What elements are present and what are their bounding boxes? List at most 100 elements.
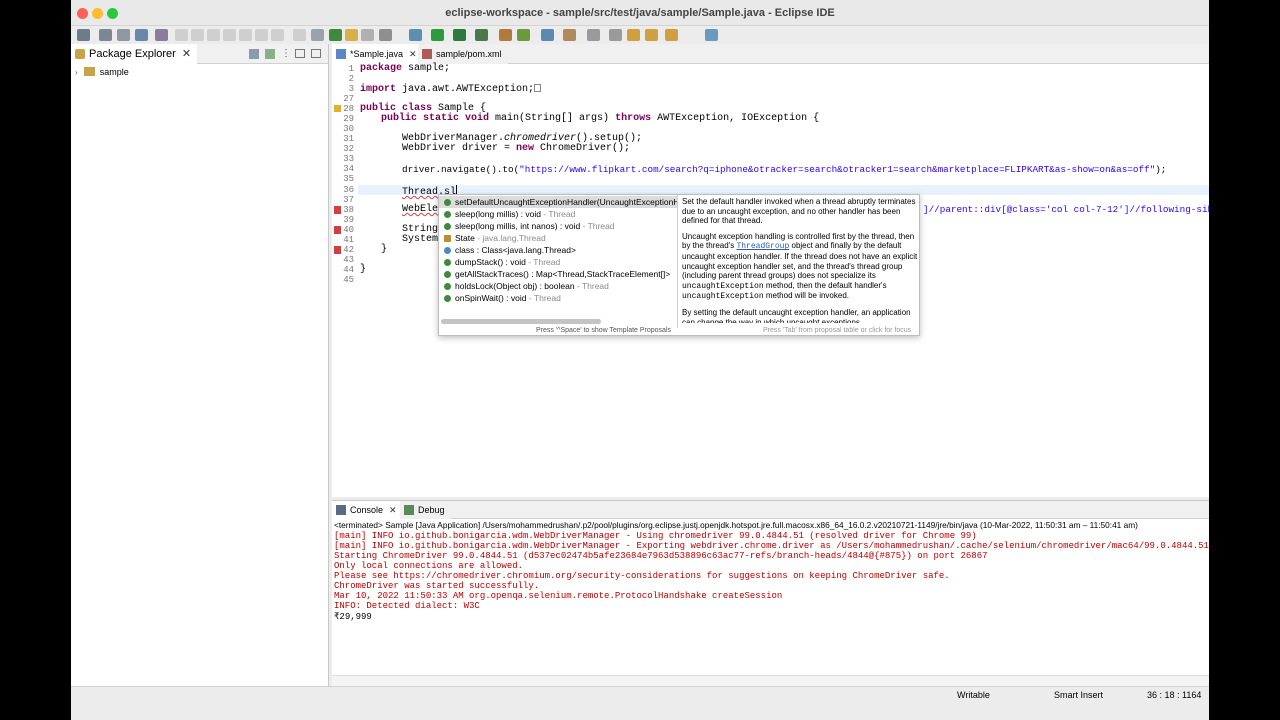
close-icon[interactable]: ✕ (182, 48, 191, 60)
error-icon[interactable] (334, 206, 341, 214)
tab-pom-xml[interactable]: sample/pom.xml (418, 44, 508, 64)
use-step-filters-icon[interactable] (311, 29, 324, 41)
chevron-right-icon[interactable]: › (75, 68, 78, 77)
proposal-item[interactable]: getAllStackTraces() : Map<Thread,StackTr… (439, 268, 677, 280)
link-with-editor-icon[interactable] (265, 49, 275, 59)
xml-file-icon (422, 49, 432, 59)
new-icon[interactable] (77, 29, 90, 41)
console-line: Starting ChromeDriver 99.0.4844.51 (d537… (334, 551, 988, 561)
drop-to-frame-icon[interactable] (293, 29, 306, 41)
code-line-34[interactable]: driver.navigate().to("https://www.flipka… (402, 165, 1166, 175)
console-process-header: <terminated> Sample [Java Application] /… (334, 520, 1138, 530)
skip-breakpoints-icon[interactable] (155, 29, 168, 41)
step-over-icon[interactable] (255, 29, 268, 41)
terminate-icon[interactable] (207, 29, 220, 41)
public-static-method-icon (444, 259, 451, 266)
proposal-item[interactable]: State - java.lang.Thread (439, 232, 677, 244)
disconnect-icon[interactable] (223, 29, 236, 41)
console-line: [main] INFO io.github.bonigarcia.wdm.Web… (334, 541, 1209, 551)
console-line: [main] INFO io.github.bonigarcia.wdm.Web… (334, 531, 977, 541)
proposal-item[interactable]: setDefaultUncaughtExceptionHandler(Uncau… (439, 196, 677, 208)
step-return-icon[interactable] (271, 29, 284, 41)
next-annotation-icon[interactable] (587, 29, 600, 41)
code-text: driver.navigate().to( (402, 164, 520, 175)
minimize-view-icon[interactable] (295, 49, 305, 58)
back-icon[interactable] (645, 29, 658, 41)
line-number: 3 (348, 84, 354, 94)
close-icon[interactable]: ✕ (389, 505, 397, 515)
debug-icon[interactable] (409, 29, 422, 41)
tree-item-sample[interactable]: › sample (75, 65, 129, 79)
code-line-38-tail[interactable]: ]//parent::div[@class='col col-7-12']//f… (923, 205, 1209, 215)
run-icon[interactable] (431, 29, 444, 41)
proposal-item[interactable]: holdsLock(Object obj) : boolean - Thread (439, 280, 677, 292)
save-all-icon[interactable] (117, 29, 130, 41)
view-menu-icon[interactable]: ⋮ (281, 48, 291, 60)
code-line-29[interactable]: public static void main(String[] args) t… (381, 114, 819, 124)
code-text: ); (1155, 164, 1167, 175)
console-output-line: ₹29,999 (334, 612, 372, 622)
new-package-icon[interactable] (517, 29, 530, 41)
javadoc-text: method, then the default handler's (763, 280, 887, 290)
collapse-all-icon[interactable] (249, 49, 259, 59)
pin-editor-icon[interactable] (705, 29, 718, 41)
public-static-method-icon (444, 271, 451, 278)
warning-icon[interactable] (334, 105, 341, 112)
previous-annotation-icon[interactable] (609, 29, 622, 41)
content-assist-popup: setDefaultUncaughtExceptionHandler(Uncau… (438, 194, 920, 336)
proposal-item[interactable]: onSpinWait() : void - Thread (439, 292, 677, 304)
proposal-item[interactable]: dumpStack() : void - Thread (439, 256, 677, 268)
proposal-name: getAllStackTraces() : Map<Thread,StackTr… (455, 269, 671, 279)
java-perspective-icon[interactable] (329, 29, 342, 41)
line-number: 27 (343, 94, 354, 104)
tree-item-label: sample (99, 67, 129, 77)
line-number: 35 (343, 174, 354, 184)
proposal-name: holdsLock(Object obj) : boolean (455, 281, 575, 291)
code-line-32[interactable]: WebDriver driver = new ChromeDriver(); (402, 144, 630, 154)
coverage-icon[interactable] (453, 29, 466, 41)
code-line-1[interactable]: package sample; (360, 64, 450, 74)
save-icon[interactable] (99, 29, 112, 41)
tab-debug[interactable]: Debug (400, 501, 451, 519)
forward-icon[interactable] (665, 29, 678, 41)
paragraph-icon[interactable] (379, 29, 392, 41)
code-line-44[interactable]: } (360, 265, 366, 275)
step-into-icon[interactable] (239, 29, 252, 41)
open-type-icon[interactable] (541, 29, 554, 41)
resume-icon[interactable] (175, 29, 188, 41)
proposal-item[interactable]: sleep(long millis, int nanos) : void - T… (439, 220, 677, 232)
code-line-42[interactable]: } (381, 245, 387, 255)
external-tools-icon[interactable] (475, 29, 488, 41)
tab-package-explorer[interactable]: Package Explorer ✕ (71, 44, 198, 64)
tab-sample-java[interactable]: *Sample.java ✕ (332, 44, 423, 64)
package-explorer-view: Package Explorer ✕ ⋮ › sample (71, 44, 329, 686)
maximize-view-icon[interactable] (311, 49, 321, 58)
threadgroup-link[interactable]: ThreadGroup (736, 242, 789, 251)
insert-mode-status[interactable]: Smart Insert (1054, 690, 1103, 700)
error-icon[interactable] (334, 246, 341, 254)
horizontal-scrollbar[interactable] (441, 319, 601, 324)
template-proposals-hint: Press '^Space' to show Template Proposal… (536, 327, 672, 334)
edit-icon[interactable] (345, 29, 358, 41)
proposal-item[interactable]: sleep(long millis) : void - Thread (439, 208, 677, 220)
close-icon[interactable]: ✕ (409, 49, 417, 59)
tab-console[interactable]: Console ✕ (332, 501, 403, 519)
search-icon[interactable] (563, 29, 576, 41)
code-text: } (360, 264, 367, 275)
last-edit-location-icon[interactable] (627, 29, 640, 41)
show-whitespace-icon[interactable] (361, 29, 374, 41)
suspend-icon[interactable] (191, 29, 204, 41)
keyword: throws (615, 113, 652, 124)
proposal-item[interactable]: class : Class<java.lang.Thread> (439, 244, 677, 256)
code-line-3[interactable]: import java.awt.AWTException; (360, 84, 542, 95)
new-java-project-icon[interactable] (499, 29, 512, 41)
terminal-icon[interactable] (135, 29, 148, 41)
public-static-method-icon (444, 223, 451, 230)
tab-label: Debug (418, 505, 445, 515)
error-icon[interactable] (334, 226, 341, 234)
line-number: 1 (348, 64, 354, 74)
keyword: public static void (381, 113, 490, 124)
keyword: new (516, 143, 535, 154)
folded-imports-icon[interactable] (534, 84, 542, 92)
console-line: Please see https://chromedriver.chromium… (334, 571, 950, 581)
